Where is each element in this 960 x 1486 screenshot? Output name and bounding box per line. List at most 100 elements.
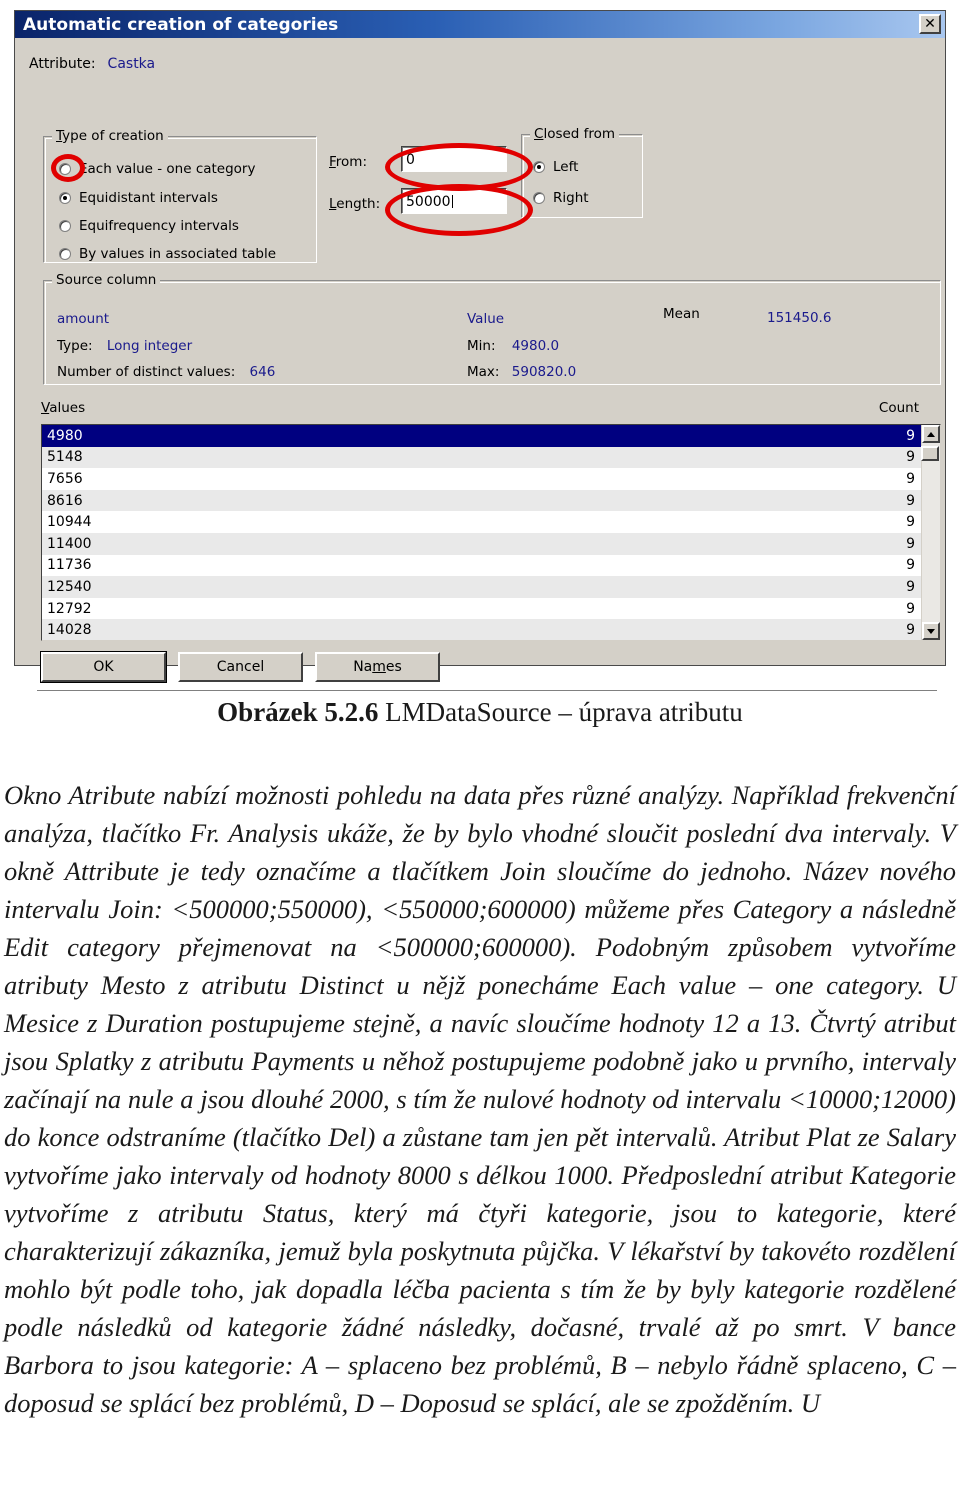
- row-count: 9: [906, 622, 915, 639]
- source-distinct-row: Number of distinct values: 646: [57, 364, 275, 380]
- radio-closed-left[interactable]: Left: [533, 159, 578, 175]
- radio-label: Each value - one category: [79, 161, 256, 177]
- row-value: 10944: [47, 514, 92, 531]
- from-value: 0: [406, 151, 415, 168]
- names-pre: Na: [353, 659, 373, 675]
- type-of-creation-legend: Type of creation: [52, 128, 168, 144]
- names-accel: m: [372, 659, 386, 675]
- values-listbox[interactable]: 4980 9 5148 9 7656 9 8616 9 10944 9 11400 9 11736 9 12…: [41, 424, 941, 641]
- close-icon[interactable]: ✕: [919, 14, 941, 34]
- row-count: 9: [906, 514, 915, 531]
- source-mean-label: Mean: [663, 306, 700, 322]
- from-accel: F: [329, 154, 336, 170]
- arrow-down-icon[interactable]: [922, 622, 940, 640]
- source-mean-value: 151450.6: [767, 310, 832, 326]
- row-count: 9: [906, 427, 915, 444]
- radio-closed-right[interactable]: Right: [533, 190, 589, 206]
- radio-icon[interactable]: [533, 161, 545, 173]
- ok-button[interactable]: OK: [40, 651, 167, 683]
- from-label-rest: rom:: [335, 154, 368, 170]
- radio-icon[interactable]: [533, 192, 545, 204]
- attribute-row: Attribute: Castka: [29, 56, 155, 72]
- table-row[interactable]: 7656 9: [42, 468, 921, 490]
- figure-caption: Obrázek 5.2.6 LMDataSource – úprava atri…: [0, 697, 960, 728]
- from-input[interactable]: 0: [401, 146, 507, 172]
- closed-from-legend: Closed from: [530, 126, 620, 142]
- legend-rest-closed: losed from: [543, 126, 616, 142]
- source-column-legend: Source column: [52, 272, 161, 288]
- dialog-title: Automatic creation of categories: [23, 14, 339, 35]
- radio-icon[interactable]: [59, 220, 71, 232]
- source-type-row: Type: Long integer: [57, 338, 192, 354]
- row-count: 9: [906, 578, 915, 595]
- row-count: 9: [906, 492, 915, 509]
- row-value: 5148: [47, 449, 83, 466]
- radio-label: By values in associated table: [79, 246, 277, 262]
- radio-equidistant-intervals[interactable]: Equidistant intervals: [59, 190, 218, 206]
- source-max-value: 590820.0: [511, 364, 577, 380]
- source-type-label: Type:: [57, 338, 93, 354]
- names-post: es: [385, 659, 402, 675]
- row-value: 11736: [47, 557, 92, 574]
- page-root: Automatic creation of categories ✕ Attri…: [0, 0, 960, 1486]
- row-count: 9: [906, 557, 915, 574]
- from-label: From:: [329, 154, 367, 170]
- source-distinct-value: 646: [249, 364, 276, 380]
- row-value: 7656: [47, 470, 83, 487]
- scrollbar-thumb[interactable]: [921, 446, 939, 461]
- row-value: 14028: [47, 622, 92, 639]
- dialog-client-area: Attribute: Castka Type of creation Each …: [15, 38, 945, 692]
- source-type-value: Long integer: [106, 338, 193, 354]
- table-row[interactable]: 8616 9: [42, 489, 921, 512]
- radio-icon[interactable]: [59, 192, 71, 204]
- radio-each-value-one-category[interactable]: Each value - one category: [59, 161, 255, 177]
- source-min-label: Min:: [467, 338, 496, 354]
- radio-icon[interactable]: [59, 248, 71, 260]
- attribute-label: Attribute:: [29, 56, 96, 72]
- length-input[interactable]: 50000: [401, 188, 507, 214]
- radio-icon[interactable]: [59, 163, 71, 175]
- table-row[interactable]: 11736 9: [42, 554, 921, 577]
- radio-by-values-in-associated-table[interactable]: By values in associated table: [59, 246, 276, 262]
- ok-button-label: OK: [93, 659, 114, 675]
- values-header: Values: [41, 400, 85, 416]
- source-min-row: Min: 4980.0: [467, 338, 559, 354]
- radio-label: Equidistant intervals: [79, 190, 218, 206]
- table-row[interactable]: 10944 9: [42, 511, 921, 533]
- length-label-rest: ength:: [336, 196, 381, 212]
- source-max-row: Max: 590820.0: [467, 364, 576, 380]
- table-row[interactable]: 4980 9: [42, 425, 921, 447]
- table-row[interactable]: 14028 9: [42, 619, 921, 640]
- body-paragraph: Okno Atribute nabízí možnosti pohledu na…: [4, 780, 956, 1418]
- source-value-header: Value: [467, 311, 505, 327]
- divider: [37, 690, 937, 692]
- names-button[interactable]: Names: [315, 652, 440, 682]
- row-value: 12540: [47, 578, 92, 595]
- names-button-label: Names: [353, 659, 402, 675]
- radio-equifrequency-intervals[interactable]: Equifrequency intervals: [59, 218, 239, 234]
- row-value: 11400: [47, 535, 92, 552]
- values-accel: V: [41, 400, 50, 416]
- radio-label: Left: [553, 159, 579, 175]
- radio-label: Right: [553, 190, 589, 206]
- count-header: Count: [878, 400, 919, 416]
- row-count: 9: [906, 470, 915, 487]
- length-label: Length:: [329, 196, 380, 212]
- cancel-button[interactable]: Cancel: [178, 652, 303, 682]
- table-row[interactable]: 11400 9: [42, 532, 921, 555]
- table-row[interactable]: 12540 9: [42, 576, 921, 598]
- source-column-name: amount: [57, 311, 110, 327]
- dialog-titlebar: Automatic creation of categories ✕: [15, 11, 945, 38]
- source-distinct-label: Number of distinct values:: [57, 364, 236, 380]
- values-list-rows[interactable]: 4980 9 5148 9 7656 9 8616 9 10944 9 11400 9 11736 9 12…: [42, 425, 921, 640]
- source-max-label: Max:: [467, 364, 500, 380]
- row-count: 9: [906, 535, 915, 552]
- source-min-value: 4980.0: [511, 338, 560, 354]
- cancel-button-label: Cancel: [216, 659, 265, 675]
- row-value: 12792: [47, 600, 92, 617]
- legend-rest-type: ype of creation: [62, 128, 164, 144]
- arrow-up-icon[interactable]: [922, 425, 940, 443]
- table-row[interactable]: 5148 9: [42, 446, 921, 469]
- table-row[interactable]: 12792 9: [42, 597, 921, 620]
- text-caret: [451, 195, 453, 208]
